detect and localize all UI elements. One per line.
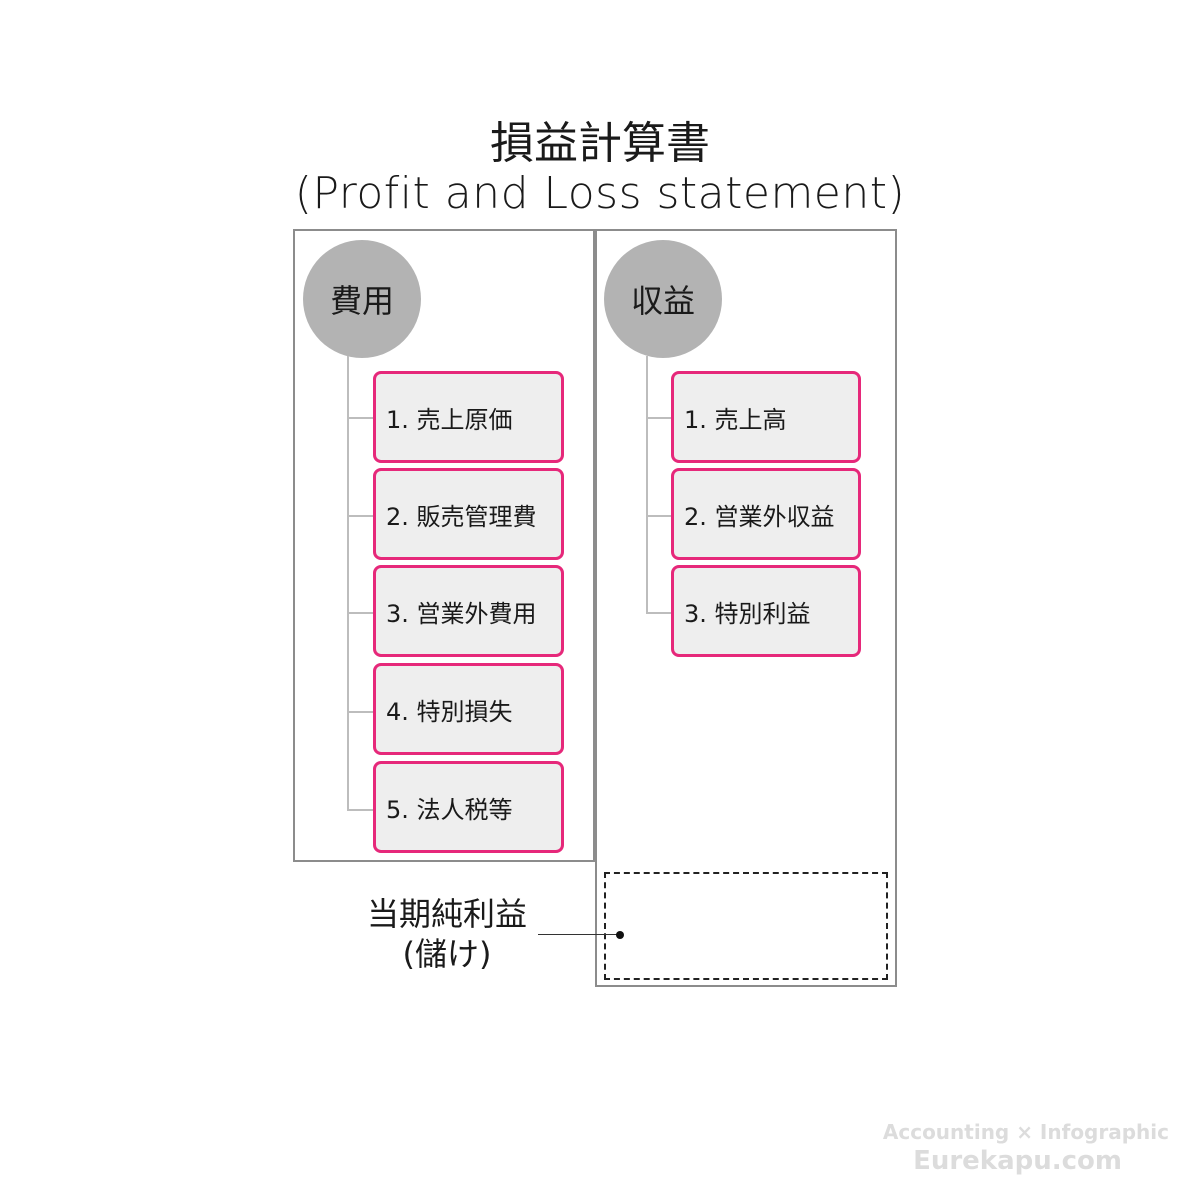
expense-item: 5. 法人税等 [373,761,564,853]
expenses-tree-trunk [347,356,349,810]
expenses-connector [347,417,374,419]
watermark-tagline: Accounting × Infographic [882,1120,1169,1144]
expenses-connector [347,809,374,811]
net-income-label: 当期純利益 (儲け) [352,894,542,974]
title-english: (Profit and Loss statement) [294,168,906,219]
revenue-tree-trunk [646,356,648,614]
net-income-label-sub: (儲け) [402,935,492,973]
revenue-connector [646,515,673,517]
title-japanese: 損益計算書 [490,118,710,169]
expenses-connector [347,711,374,713]
expense-item: 1. 売上原価 [373,371,564,463]
net-income-label-main: 当期純利益 [366,895,527,933]
revenue-item: 3. 特別利益 [671,565,861,657]
expense-item: 4. 特別損失 [373,663,564,755]
net-income-pointer-dot [616,931,624,939]
expenses-heading-circle: 費用 [303,240,421,358]
revenue-connector [646,417,673,419]
net-income-leader-line [538,934,620,935]
net-income-box [604,872,888,980]
revenue-item: 1. 売上高 [671,371,861,463]
revenue-heading: 収益 [630,282,695,320]
expense-item: 3. 営業外費用 [373,565,564,657]
revenue-connector [646,612,673,614]
revenue-heading-circle: 収益 [604,240,722,358]
expenses-connector [347,612,374,614]
watermark-site: Eurekapu.com [913,1146,1122,1176]
expenses-connector [347,515,374,517]
expenses-heading: 費用 [329,282,394,320]
expense-item: 2. 販売管理費 [373,468,564,560]
revenue-item: 2. 営業外収益 [671,468,861,560]
